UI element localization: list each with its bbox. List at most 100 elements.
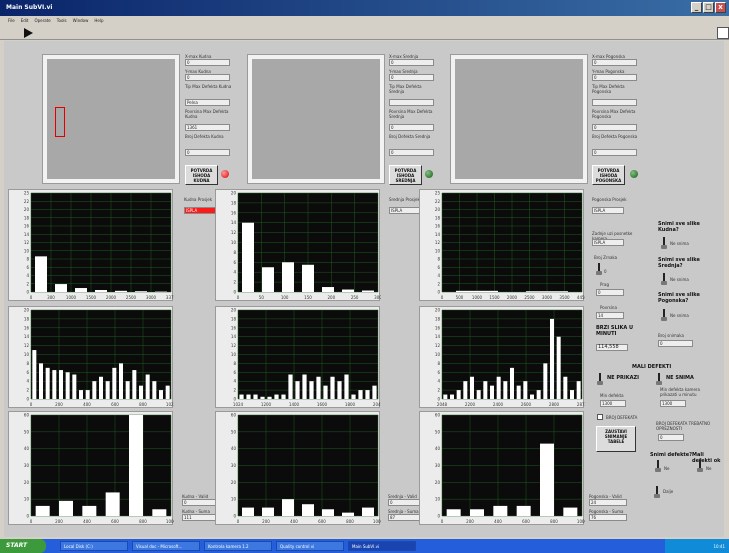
field-ymax-kudna: 0 xyxy=(185,74,230,81)
label-broj-pogonska: Broj Defekta Pogonska xyxy=(592,134,638,139)
label-min-defekt: Min defekta xyxy=(600,393,624,398)
label-ne-prikazi: NE PRIKAZI xyxy=(607,375,639,381)
label-snimi-defekte: Snimi defekte? xyxy=(650,452,693,458)
histogram-bar xyxy=(470,509,484,516)
y-tick-label: 20 xyxy=(435,207,441,212)
start-button[interactable]: START xyxy=(0,539,46,553)
close-button[interactable]: x xyxy=(715,2,726,13)
y-tick-label: 20 xyxy=(24,207,30,212)
histogram-bar xyxy=(246,394,251,399)
snimi-pogonska-toggle[interactable] xyxy=(661,309,667,321)
broj-defekata-checkbox[interactable] xyxy=(597,414,603,420)
vi-icon xyxy=(717,27,729,39)
menu-bar: File Edit Operate Tools Window Help xyxy=(0,16,729,26)
x-tick-label: 600 xyxy=(318,519,326,524)
label-broj-zrnaka-value: 0 xyxy=(604,269,607,274)
mali-defekti-toggle[interactable] xyxy=(697,460,703,472)
task-main-subvi[interactable]: Main SubVI.vi xyxy=(348,541,416,551)
snimi-srednja-toggle[interactable] xyxy=(661,273,667,285)
zaustavi-snimanje-button[interactable]: ZAUSTAVI SNIMANJE TABELE xyxy=(596,426,636,452)
x-tick-label: 400 xyxy=(290,519,298,524)
y-tick-label: 14 xyxy=(231,220,237,225)
field-broj-defekta-max[interactable]: 0 xyxy=(658,434,684,441)
y-tick-label: 50 xyxy=(231,429,237,434)
menu-file[interactable]: File xyxy=(8,18,15,24)
camera-image-pogonska xyxy=(455,59,583,179)
histogram-bar xyxy=(309,381,314,399)
task-local-disk[interactable]: Local Disk (C:) xyxy=(60,541,128,551)
y-tick-label: 10 xyxy=(231,352,237,357)
potvrda-pogonska-button[interactable]: POTVRDA ISHODA POGONSKA xyxy=(592,165,625,185)
histogram-bar xyxy=(35,505,50,516)
status-led-pogonska xyxy=(630,170,638,178)
y-tick-label: 0 xyxy=(233,397,236,402)
y-tick-label: 8 xyxy=(437,361,440,366)
y-tick-label: 16 xyxy=(231,210,237,215)
x-tick-label: 2500 xyxy=(126,295,137,300)
run-arrow-icon[interactable] xyxy=(24,28,33,38)
x-tick-label: 1000 xyxy=(66,295,77,300)
field-pogonska-valid: 24 xyxy=(589,499,627,506)
field-prag[interactable]: 0 xyxy=(596,289,624,296)
y-tick-label: 0 xyxy=(26,397,29,402)
y-tick-label: 25 xyxy=(435,191,441,196)
histogram-bar xyxy=(337,381,342,399)
histogram-bar xyxy=(65,372,70,399)
menu-window[interactable]: Window xyxy=(73,18,89,24)
snimi-kudna-toggle[interactable] xyxy=(661,237,667,249)
histogram-bar xyxy=(302,504,314,516)
histogram-bar xyxy=(79,390,83,399)
task-word-doc[interactable]: Visual doc - Microsoft... xyxy=(132,541,200,551)
y-tick-label: 30 xyxy=(24,463,30,468)
ne-prikazi-toggle[interactable] xyxy=(597,373,603,385)
potvrda-kudna-button[interactable]: POTVRDA ISHODA KUDNA xyxy=(185,165,218,185)
x-tick-label: 600 xyxy=(111,519,119,524)
minimize-button[interactable]: _ xyxy=(691,2,702,13)
x-tick-label: 800 xyxy=(346,519,354,524)
histogram-bar xyxy=(372,385,377,399)
x-tick-label: 400 xyxy=(83,519,91,524)
histogram-bar xyxy=(556,336,561,399)
label-tip-kudna: Tip Max Defekta Kudna xyxy=(185,84,232,89)
y-tick-label: 10 xyxy=(231,240,237,245)
y-tick-label: 16 xyxy=(24,224,30,229)
menu-edit[interactable]: Edit xyxy=(21,18,29,24)
label-min-defekt-kamera: Min defekta kamera prikazati u minutu xyxy=(660,387,700,397)
maximize-button[interactable]: □ xyxy=(703,2,714,13)
histogram-bar xyxy=(530,394,534,399)
window-title-bar: Main SubVI.vi _ □ x xyxy=(0,0,729,16)
histogram-bar xyxy=(365,390,370,399)
dalje-toggle[interactable] xyxy=(654,486,660,498)
y-tick-label: 0 xyxy=(233,290,236,295)
histogram-bar xyxy=(302,264,314,292)
snimi-defekte-toggle[interactable] xyxy=(655,460,661,472)
x-tick-label: 1800 xyxy=(345,402,356,407)
x-tick-label: 1000 xyxy=(577,519,585,524)
y-tick-label: 12 xyxy=(24,240,30,245)
y-tick-label: 22 xyxy=(24,199,30,204)
broj-zrnaka-toggle[interactable] xyxy=(596,263,602,275)
y-tick-label: 12 xyxy=(435,240,441,245)
field-min-defekt-kamera[interactable]: 1300 xyxy=(660,400,686,407)
clock: 10:41 xyxy=(713,544,725,549)
label-tip-pogonska: Tip Max Defekta Pogonska xyxy=(592,84,625,94)
status-led-srednja xyxy=(425,170,433,178)
histogram-bar xyxy=(125,381,130,399)
field-min-defekt[interactable]: 1300 xyxy=(600,400,626,407)
menu-help[interactable]: Help xyxy=(94,18,103,24)
field-povrsina[interactable]: 14 xyxy=(596,312,624,319)
task-quality-control[interactable]: Quality control vi xyxy=(276,541,344,551)
menu-tools[interactable]: Tools xyxy=(57,18,67,24)
histogram-kudna-3: 0 200 400 600 800 1000 0 10 20 30 40 50 60 xyxy=(8,411,174,525)
task-kontrola-kamera[interactable]: Kontrola kamera 1.2 xyxy=(204,541,272,551)
x-tick-label: 1500 xyxy=(86,295,97,300)
histogram-bar xyxy=(112,367,117,399)
histogram-bar xyxy=(105,381,110,399)
ne-snima-toggle[interactable] xyxy=(656,373,662,385)
y-tick-label: 50 xyxy=(24,429,30,434)
label-broj-defekata: BROJ DEFEKATA xyxy=(606,415,638,420)
histogram-bar xyxy=(267,396,272,399)
potvrda-srednja-button[interactable]: POTVRDA ISHODA SREDNJA xyxy=(389,165,422,185)
menu-operate[interactable]: Operate xyxy=(34,18,50,24)
y-tick-label: 12 xyxy=(231,343,237,348)
